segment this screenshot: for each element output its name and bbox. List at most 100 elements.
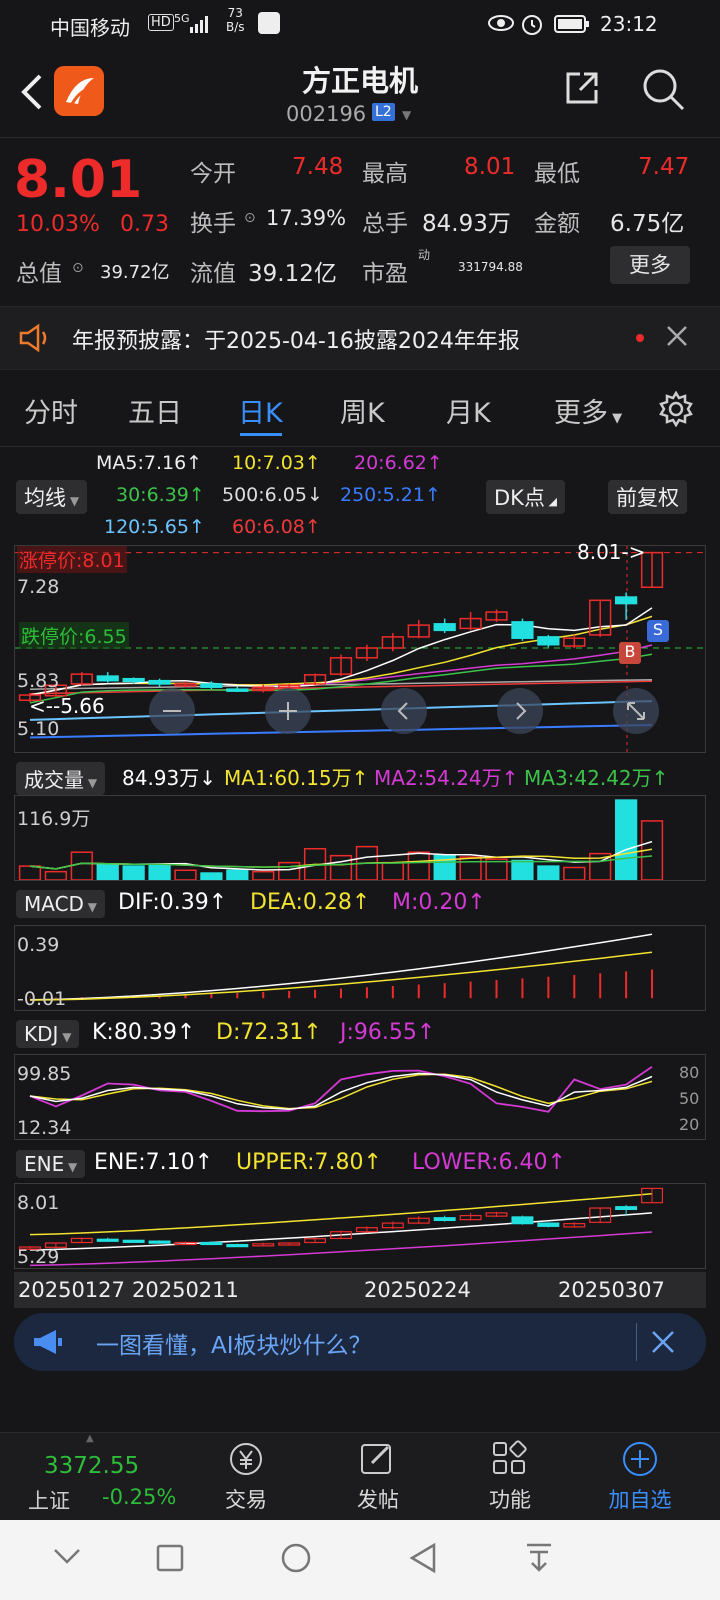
- zoom-in-button[interactable]: [265, 688, 311, 734]
- dk-corner-icon: ◢: [544, 495, 557, 508]
- period-tabs: 分时 五日 日K 周K 月K 更多 ▼: [0, 375, 720, 447]
- axis-price-mid: 7.28: [17, 576, 60, 598]
- eye-icon: [488, 12, 514, 39]
- collapse-chevron-icon[interactable]: [52, 1546, 82, 1570]
- turnover-value: 17.39%: [266, 206, 347, 230]
- ene-candle-body: [511, 1216, 534, 1225]
- sell-marker[interactable]: S: [647, 620, 669, 642]
- candle-body: [433, 623, 456, 632]
- banner-divider: [636, 1323, 637, 1361]
- kline-chart[interactable]: 涨停价:8.01 7.28 跌停价:6.55 5.83 5.10 8.01-> …: [14, 540, 706, 753]
- back-triangle-icon[interactable]: [408, 1542, 438, 1578]
- ene-selector[interactable]: ENE ▼: [16, 1150, 86, 1178]
- ene-upper-line: [29, 1193, 653, 1236]
- tab-monthly-k[interactable]: 月K: [446, 391, 491, 430]
- kdj-svg: [29, 1065, 653, 1113]
- banner-close-icon[interactable]: [650, 1329, 676, 1359]
- candle-body: [200, 683, 223, 688]
- ene-candle-body: [537, 1222, 560, 1227]
- info-icon[interactable]: ⊙: [244, 210, 256, 226]
- post-button[interactable]: 发帖: [338, 1439, 418, 1514]
- high-marker: 8.01->: [577, 540, 646, 564]
- recents-square-icon[interactable]: [156, 1544, 184, 1576]
- volume-selector[interactable]: 成交量 ▼: [16, 762, 106, 795]
- ma-chevron-icon: ▼: [66, 494, 80, 508]
- volume-bar: [329, 854, 353, 880]
- ai-banner[interactable]: 一图看懂，AI板块炒什么？: [14, 1313, 706, 1371]
- more-button[interactable]: 更多: [610, 246, 690, 284]
- tab-daily-k[interactable]: 日K: [238, 391, 283, 430]
- current-price: 8.01: [14, 150, 143, 210]
- pan-right-button[interactable]: [497, 688, 543, 734]
- add-watchlist-button[interactable]: 加自选: [600, 1439, 680, 1514]
- date-label-3: 20250224: [364, 1278, 471, 1302]
- volume-chart[interactable]: 116.9万: [14, 795, 706, 881]
- kdj-chart[interactable]: 99.85 12.34 80 50 20: [14, 1054, 706, 1140]
- trade-yen-icon: [230, 1443, 262, 1475]
- candle-body: [537, 636, 560, 646]
- ene-chart[interactable]: 8.01 5.29: [14, 1183, 706, 1269]
- volume-bar: [459, 856, 482, 880]
- ma120-label: 120:5.65↑: [104, 516, 205, 538]
- search-icon[interactable]: [640, 66, 686, 116]
- tab-intraday[interactable]: 分时: [24, 391, 78, 430]
- pe-label: 市盈: [362, 261, 408, 287]
- notice-bar[interactable]: 年报预披露：于2025-04-16披露2024年年报: [0, 306, 720, 370]
- date-label-2: 20250211: [132, 1278, 239, 1302]
- pan-left-button[interactable]: [381, 688, 427, 734]
- kdj-selector[interactable]: KDJ ▼: [16, 1020, 80, 1048]
- download-icon[interactable]: [524, 1542, 554, 1578]
- level-chevron-icon[interactable]: ▼: [402, 108, 411, 122]
- carrier-label: 中国移动: [50, 16, 130, 40]
- close-icon[interactable]: [664, 323, 690, 353]
- high-label: 最高: [362, 161, 408, 187]
- ma5-label: MA5:7.16↑: [96, 452, 203, 474]
- trade-button[interactable]: 交易: [206, 1439, 286, 1514]
- tab-more[interactable]: 更多 ▼: [554, 391, 622, 430]
- ene-candle-body: [433, 1217, 456, 1222]
- edit-icon: [361, 1444, 391, 1474]
- mktcap-info-icon[interactable]: ⊙: [72, 260, 84, 276]
- forward-adjust-button[interactable]: 前复权: [608, 480, 687, 514]
- ma120-line: [29, 700, 653, 721]
- dk-point-button[interactable]: DK点 ◢: [486, 480, 565, 514]
- macd-selector[interactable]: MACD ▼: [16, 890, 105, 918]
- index-value[interactable]: 3372.55: [44, 1453, 139, 1479]
- open-label: 今开: [190, 161, 236, 187]
- kdj-j: J:96.55↑: [340, 1020, 436, 1045]
- settings-gear-icon[interactable]: [658, 390, 694, 431]
- tab-five-day[interactable]: 五日: [128, 391, 182, 430]
- ene-candle-body: [226, 1244, 249, 1248]
- post-label: 发帖: [357, 1488, 399, 1512]
- float-value: 39.12亿: [248, 261, 337, 287]
- ene-svg: [18, 1187, 664, 1267]
- share-icon[interactable]: [562, 68, 602, 112]
- stock-code: 002196: [286, 102, 367, 126]
- function-button[interactable]: 功能: [470, 1439, 550, 1514]
- tab-weekly-k[interactable]: 周K: [340, 391, 385, 430]
- volume-ma2: MA2:54.24万↑: [374, 766, 519, 790]
- low-label: 最低: [534, 161, 580, 187]
- volume-bar: [44, 870, 67, 880]
- notification-icon: [258, 12, 280, 34]
- ene-candle-body: [200, 1241, 223, 1246]
- zoom-out-button[interactable]: [149, 688, 195, 734]
- volume-chevron-icon: ▼: [84, 776, 98, 790]
- buy-marker[interactable]: B: [619, 642, 641, 664]
- alarm-icon: [520, 12, 544, 41]
- ma-selector[interactable]: 均线 ▼: [16, 480, 88, 514]
- megaphone-icon: [32, 1328, 64, 1360]
- home-circle-icon[interactable]: [280, 1542, 312, 1578]
- mktcap-value: 39.72亿: [100, 262, 170, 283]
- add-watchlist-label: 加自选: [608, 1488, 672, 1512]
- fullscreen-button[interactable]: [613, 688, 659, 734]
- level2-badge[interactable]: L2: [372, 103, 395, 121]
- grid-icon: [493, 1440, 527, 1474]
- low-value: 7.47: [638, 154, 690, 180]
- kdj-axis-bottom: 12.34: [17, 1117, 72, 1139]
- macd-chart[interactable]: 0.39 -0.01: [14, 925, 706, 1011]
- ene-candle-body: [96, 1238, 119, 1242]
- index-name[interactable]: 上证: [28, 1485, 70, 1515]
- clock-time: 23:12: [600, 12, 658, 36]
- volume-bar: [563, 866, 586, 880]
